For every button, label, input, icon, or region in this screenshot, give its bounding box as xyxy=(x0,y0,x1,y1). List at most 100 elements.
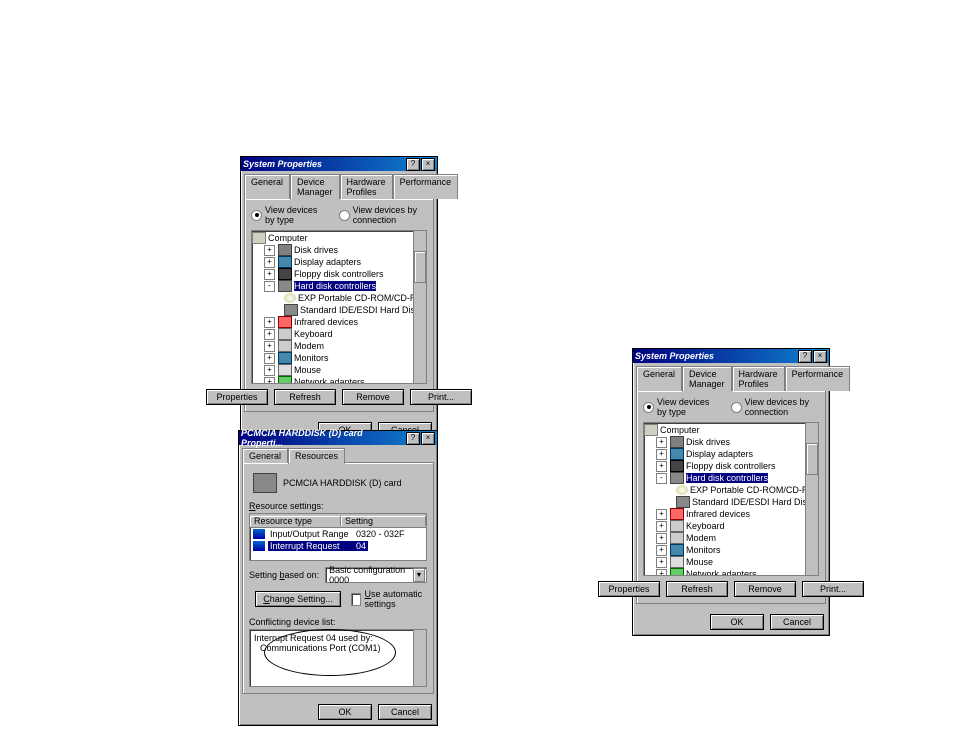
tree-root[interactable]: Computer xyxy=(644,424,818,436)
tree-item[interactable]: +Disk drives xyxy=(252,244,426,256)
tree-item[interactable]: +Keyboard xyxy=(252,328,426,340)
tab-resources[interactable]: Resources xyxy=(288,448,345,464)
properties-button[interactable]: Properties xyxy=(206,389,268,405)
tab-performance[interactable]: Performance xyxy=(785,366,851,391)
tree-item[interactable]: +Floppy disk controllers xyxy=(644,460,818,472)
radio-view-by-type[interactable]: View devices by type xyxy=(643,397,713,417)
tree-item[interactable]: -Hard disk controllers xyxy=(252,280,426,292)
expand-icon[interactable]: + xyxy=(656,461,667,472)
resource-row[interactable]: Input/Output Range0320 - 032F xyxy=(250,528,426,540)
tree-item[interactable]: +Disk drives xyxy=(644,436,818,448)
monitor-icon xyxy=(278,352,292,364)
properties-button[interactable]: Properties xyxy=(598,581,660,597)
expand-icon[interactable]: + xyxy=(264,329,275,340)
tree-item[interactable]: +Network adapters xyxy=(252,376,426,384)
tree-item[interactable]: +Network adapters xyxy=(644,568,818,576)
resource-table[interactable]: Resource type Setting Input/Output Range… xyxy=(249,513,427,561)
print-button[interactable]: Print... xyxy=(802,581,864,597)
remove-button[interactable]: Remove xyxy=(342,389,404,405)
radio-view-by-connection[interactable]: View devices by connection xyxy=(731,397,819,417)
disk-icon xyxy=(670,436,684,448)
expand-icon[interactable]: + xyxy=(264,245,275,256)
tab-general[interactable]: General xyxy=(636,366,682,391)
help-icon[interactable]: ? xyxy=(406,432,420,445)
radio-view-by-connection[interactable]: View devices by connection xyxy=(339,205,427,225)
tabs: General Device Manager Hardware Profiles… xyxy=(244,174,434,199)
cdrom-icon xyxy=(284,293,296,303)
expand-icon[interactable]: + xyxy=(264,317,275,328)
auto-settings-checkbox[interactable] xyxy=(351,593,361,606)
help-icon[interactable]: ? xyxy=(406,158,420,171)
tree-item[interactable]: +Mouse xyxy=(252,364,426,376)
expand-icon[interactable]: + xyxy=(264,353,275,364)
device-tree[interactable]: Computer+Disk drives+Display adapters+Fl… xyxy=(251,230,427,384)
refresh-button[interactable]: Refresh xyxy=(274,389,336,405)
expand-icon[interactable]: - xyxy=(264,281,275,292)
scrollbar[interactable] xyxy=(413,231,426,383)
tree-item[interactable]: +Infrared devices xyxy=(252,316,426,328)
expand-icon[interactable]: + xyxy=(656,521,667,532)
col-setting: Setting xyxy=(341,516,426,526)
close-icon[interactable]: × xyxy=(421,432,435,445)
expand-icon[interactable]: + xyxy=(656,509,667,520)
tree-item[interactable]: +Monitors xyxy=(644,544,818,556)
tree-child-item[interactable]: EXP Portable CD-ROM/CD-R/CD-RW/DVD-ROM xyxy=(644,484,818,496)
chevron-down-icon[interactable]: ▼ xyxy=(413,568,425,582)
close-icon[interactable]: × xyxy=(813,350,827,363)
tree-item[interactable]: +Modem xyxy=(644,532,818,544)
cdrom-icon xyxy=(676,485,688,495)
remove-button[interactable]: Remove xyxy=(734,581,796,597)
tree-item[interactable]: +Display adapters xyxy=(644,448,818,460)
disk-icon xyxy=(278,244,292,256)
cancel-button[interactable]: Cancel xyxy=(770,614,824,630)
close-icon[interactable]: × xyxy=(421,158,435,171)
ctrl-icon xyxy=(670,472,684,484)
help-icon[interactable]: ? xyxy=(798,350,812,363)
expand-icon[interactable]: + xyxy=(656,437,667,448)
tree-item[interactable]: +Display adapters xyxy=(252,256,426,268)
setting-based-dropdown[interactable]: Basic configuration 0000 ▼ xyxy=(325,567,427,583)
conflict-label: Conflicting device list: xyxy=(249,617,427,627)
tree-item[interactable]: +Modem xyxy=(252,340,426,352)
tree-item[interactable]: +Mouse xyxy=(644,556,818,568)
scrollbar[interactable] xyxy=(805,423,818,575)
expand-icon[interactable]: - xyxy=(656,473,667,484)
expand-icon[interactable]: + xyxy=(264,365,275,376)
tab-general[interactable]: General xyxy=(242,448,288,463)
expand-icon[interactable]: + xyxy=(656,449,667,460)
tree-child-item[interactable]: EXP Portable CD-ROM/CD-R/CD-RW/DVD-ROM xyxy=(252,292,426,304)
tab-performance[interactable]: Performance xyxy=(393,174,459,199)
tree-item[interactable]: +Floppy disk controllers xyxy=(252,268,426,280)
change-setting-button[interactable]: Change Setting... xyxy=(255,591,341,607)
scrollbar[interactable] xyxy=(413,630,426,686)
tree-item[interactable]: +Infrared devices xyxy=(644,508,818,520)
expand-icon[interactable]: + xyxy=(264,377,275,385)
tree-root[interactable]: Computer xyxy=(252,232,426,244)
tab-hardware-profiles[interactable]: Hardware Profiles xyxy=(732,366,785,391)
expand-icon[interactable]: + xyxy=(656,533,667,544)
ok-button[interactable]: OK xyxy=(318,704,372,720)
tree-item[interactable]: +Keyboard xyxy=(644,520,818,532)
tab-hardware-profiles[interactable]: Hardware Profiles xyxy=(340,174,393,199)
refresh-button[interactable]: Refresh xyxy=(666,581,728,597)
tree-item[interactable]: -Hard disk controllers xyxy=(644,472,818,484)
tab-general[interactable]: General xyxy=(244,174,290,199)
expand-icon[interactable]: + xyxy=(656,545,667,556)
tab-device-manager[interactable]: Device Manager xyxy=(682,366,732,392)
tab-device-manager[interactable]: Device Manager xyxy=(290,174,340,200)
expand-icon[interactable]: + xyxy=(656,569,667,577)
resource-row[interactable]: Interrupt Request04 xyxy=(250,540,426,552)
tree-item[interactable]: +Monitors xyxy=(252,352,426,364)
device-tree[interactable]: Computer+Disk drives+Display adapters+Fl… xyxy=(643,422,819,576)
ok-button[interactable]: OK xyxy=(710,614,764,630)
tree-child-item[interactable]: Standard IDE/ESDI Hard Disk Controller xyxy=(252,304,426,316)
expand-icon[interactable]: + xyxy=(656,557,667,568)
print-button[interactable]: Print... xyxy=(410,389,472,405)
expand-icon[interactable]: + xyxy=(264,257,275,268)
radio-view-by-type[interactable]: View devices by type xyxy=(251,205,321,225)
expand-icon[interactable]: + xyxy=(264,269,275,280)
tree-child-item[interactable]: Standard IDE/ESDI Hard Disk Controller xyxy=(644,496,818,508)
conflict-list[interactable]: Interrupt Request 04 used by: Communicat… xyxy=(249,629,427,687)
expand-icon[interactable]: + xyxy=(264,341,275,352)
cancel-button[interactable]: Cancel xyxy=(378,704,432,720)
